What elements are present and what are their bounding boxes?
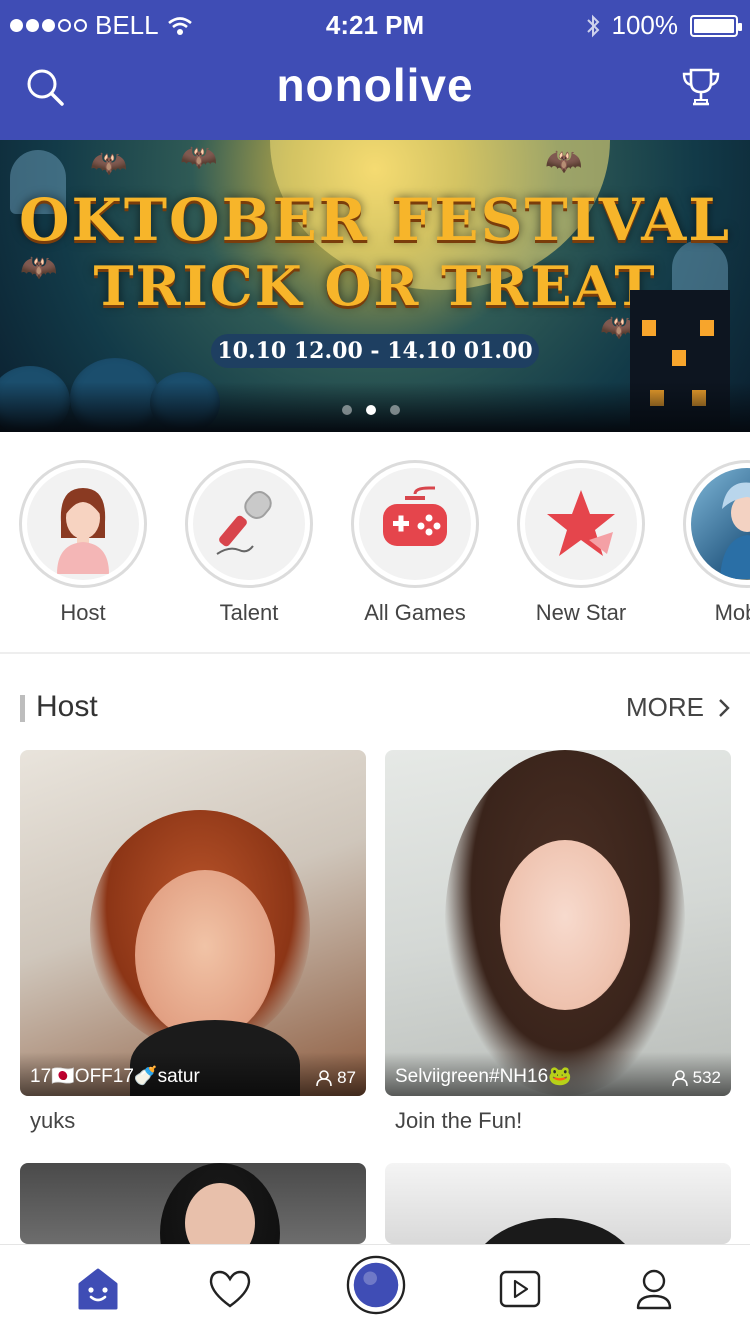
status-right: 100% [586, 10, 742, 41]
category-label: New Star [535, 600, 627, 625]
promo-banner[interactable]: 🦇 🦇 🦇 🦇 🦇 OKTOBER FESTIVAL TRICK OR TREA… [0, 140, 750, 432]
category-talent[interactable]: Talent [166, 460, 332, 626]
battery-percent: 100% [611, 10, 679, 40]
viewer-count: 532 [671, 1068, 721, 1088]
profile-icon [636, 1269, 672, 1310]
stream-caption: 17🇯🇵OFF17🍼satur [30, 1066, 200, 1087]
video-icon [499, 1270, 541, 1308]
category-label: All Games [364, 600, 466, 625]
gamepad-icon [383, 486, 447, 546]
host-icon [57, 488, 109, 574]
host-section-header: Host MORE [0, 690, 750, 730]
banner-title: OKTOBER FESTIVAL [18, 186, 732, 254]
stream-thumbnail: Selviigreen#NH16🐸 532 [385, 750, 731, 1096]
nav-go-live[interactable] [346, 1255, 406, 1315]
viewer-icon [671, 1070, 688, 1087]
section-title: Host [36, 690, 98, 723]
stream-thumbnail: 17🇯🇵OFF17🍼satur 87 [20, 750, 366, 1096]
category-host[interactable]: Host [0, 460, 166, 626]
pager-dot[interactable] [366, 405, 376, 415]
live-camera-icon [346, 1255, 406, 1315]
app-header: nonolive [0, 48, 750, 140]
stream-card[interactable] [20, 1163, 366, 1244]
microphone-icon [216, 491, 272, 555]
app-screen: BELL 4:21 PM 100% nonolive 🦇 🦇 🦇 🦇 🦇 OKT… [0, 0, 750, 1334]
stream-caption: Selviigreen#NH16🐸 [395, 1066, 572, 1087]
bottom-nav [0, 1244, 750, 1334]
stream-card[interactable] [385, 1163, 731, 1244]
more-label: MORE [626, 692, 704, 722]
stream-card[interactable]: 17🇯🇵OFF17🍼satur 87 yuks [20, 750, 366, 1134]
status-bar: BELL 4:21 PM 100% [0, 0, 750, 48]
stream-card[interactable]: Selviigreen#NH16🐸 532 Join the Fun! [385, 750, 731, 1134]
banner-pager[interactable] [342, 405, 400, 415]
category-mobile[interactable]: Mobile [664, 460, 750, 626]
viewer-icon [316, 1070, 332, 1087]
section-marker [20, 695, 25, 722]
bat-icon: 🦇 [545, 145, 583, 178]
category-all-games[interactable]: All Games [332, 460, 498, 626]
stream-title: yuks [30, 1108, 76, 1133]
category-label: Host [60, 600, 106, 625]
category-label: Talent [219, 600, 279, 625]
bat-icon: 🦇 [180, 141, 218, 174]
trophy-icon [682, 68, 720, 106]
leaderboard-button[interactable] [676, 62, 726, 112]
more-link[interactable]: MORE [626, 692, 730, 723]
bluetooth-icon [586, 14, 599, 37]
app-logo: nonolive [276, 59, 474, 111]
banner-date: 10.10 12.00 - 14.10 01.00 [211, 334, 539, 368]
nav-home[interactable] [68, 1259, 128, 1319]
star-icon [547, 490, 615, 556]
category-label: Mobile [714, 600, 750, 625]
pager-dot[interactable] [342, 405, 352, 415]
viewer-count: 87 [315, 1068, 356, 1088]
stream-thumbnail [385, 1163, 731, 1244]
home-icon [78, 1268, 118, 1310]
top-bar: BELL 4:21 PM 100% nonolive [0, 0, 750, 140]
mobile-legends-icon [720, 482, 750, 579]
bat-icon: 🦇 [90, 147, 128, 180]
stream-title: Join the Fun! [395, 1108, 523, 1133]
pager-dot[interactable] [390, 405, 400, 415]
category-new-star[interactable]: New Star [498, 460, 664, 626]
heart-icon [209, 1270, 251, 1308]
nav-profile[interactable] [624, 1259, 684, 1319]
chevron-right-icon [719, 698, 730, 717]
battery-icon [690, 14, 742, 37]
nav-videos[interactable] [490, 1259, 550, 1319]
stream-thumbnail [20, 1163, 366, 1244]
nav-favorites[interactable] [200, 1259, 260, 1319]
category-row: Host Talent All Games New Star Mo [0, 432, 750, 654]
